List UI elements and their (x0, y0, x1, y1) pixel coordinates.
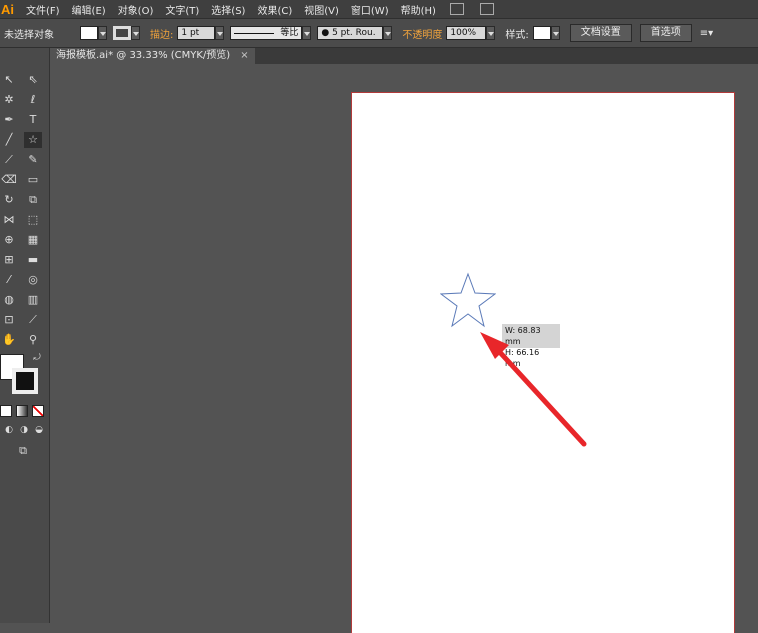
perspective-grid-tool-icon[interactable]: ▦ (24, 232, 42, 248)
menu-select[interactable]: 选择(S) (205, 2, 251, 17)
color-mode-icon[interactable] (0, 405, 12, 417)
magic-wand-tool-icon[interactable]: ✲ (0, 92, 18, 108)
star-tool-icon[interactable]: ☆ (24, 132, 42, 148)
star-outline (440, 272, 496, 328)
stroke-profile-field[interactable]: 等比 (230, 26, 303, 40)
menu-view[interactable]: 视图(V) (298, 2, 345, 17)
selection-tool-icon[interactable]: ↖ (0, 72, 18, 88)
menu-object[interactable]: 对象(O) (112, 2, 160, 17)
document-tab-title: 海报模板.ai* @ 33.33% (CMYK/预览) (56, 50, 231, 61)
opacity-label[interactable]: 不透明度 (398, 26, 446, 41)
gradient-tool-icon[interactable]: ▬ (24, 252, 42, 268)
menu-window[interactable]: 窗口(W) (345, 2, 395, 17)
stroke-color-box[interactable] (12, 368, 38, 394)
artboard-tool-icon[interactable]: ⊡ (0, 312, 18, 328)
menu-bar: Ai 文件(F) 编辑(E) 对象(O) 文字(T) 选择(S) 效果(C) 视… (0, 0, 758, 18)
menu-type[interactable]: 文字(T) (159, 2, 205, 17)
pencil-tool-icon[interactable]: ✎ (24, 152, 42, 168)
blob-brush-tool-icon[interactable]: ⌫ (0, 172, 18, 188)
document-tab[interactable]: 海报模板.ai* @ 33.33% (CMYK/预览) × (50, 48, 255, 64)
gradient-mode-icon[interactable] (16, 405, 28, 417)
style-dropdown[interactable] (550, 26, 560, 40)
eraser-tool-icon[interactable]: ▭ (24, 172, 42, 188)
rotate-tool-icon[interactable]: ↻ (0, 192, 18, 208)
draw-inside-icon[interactable]: ◒ (30, 422, 48, 438)
stroke-label[interactable]: 描边: (146, 26, 177, 41)
control-bar: 未选择对象 描边: 1 pt 等比 ● 5 pt. Rou. 不透明度 100%… (0, 18, 758, 48)
stroke-profile-label: 等比 (280, 28, 299, 38)
panel-menu-icon[interactable]: ≡▾ (696, 28, 717, 39)
type-tool-icon[interactable]: T (24, 112, 42, 128)
symbol-sprayer-tool-icon[interactable]: ◍ (0, 292, 18, 308)
stroke-dropdown[interactable] (131, 26, 140, 40)
document-setup-button[interactable]: 文档设置 (569, 24, 632, 42)
menu-edit[interactable]: 编辑(E) (66, 2, 112, 17)
mesh-tool-icon[interactable]: ⊞ (0, 252, 18, 268)
pen-tool-icon[interactable]: ✒ (0, 112, 18, 128)
star-shape[interactable] (440, 272, 496, 328)
lasso-tool-icon[interactable]: ℓ (24, 92, 42, 108)
stroke-line-icon (234, 32, 275, 34)
width-tool-icon[interactable]: ⋈ (0, 212, 18, 228)
eyedropper-tool-icon[interactable]: ⁄ (0, 272, 18, 288)
fill-swatch[interactable] (80, 26, 98, 40)
style-swatch[interactable] (532, 26, 551, 40)
close-icon[interactable]: × (240, 50, 248, 61)
hand-tool-icon[interactable]: ✋ (0, 332, 18, 348)
brush-dropdown[interactable] (383, 26, 393, 40)
style-label: 样式: (505, 29, 529, 41)
dimension-tooltip: W: 68.83 mm H: 66.16 mm (502, 324, 560, 368)
scale-tool-icon[interactable]: ⧉ (24, 192, 42, 208)
stroke-swatch[interactable] (113, 26, 131, 40)
screen-mode-icon[interactable]: ⧉ (14, 443, 32, 459)
selection-status: 未选择对象 (4, 29, 54, 41)
slice-tool-icon[interactable]: ⟋ (24, 312, 42, 328)
free-transform-tool-icon[interactable]: ⬚ (24, 212, 42, 228)
opacity-field[interactable]: 100% (446, 26, 487, 40)
stroke-weight-dropdown[interactable] (215, 26, 225, 40)
blend-tool-icon[interactable]: ◎ (24, 272, 42, 288)
fill-dropdown[interactable] (98, 26, 107, 40)
tooltip-width: W: 68.83 mm (505, 326, 541, 346)
menu-effect[interactable]: 效果(C) (251, 2, 298, 17)
stroke-profile-dropdown[interactable] (302, 26, 312, 40)
stroke-weight-field[interactable]: 1 pt (177, 26, 216, 40)
brush-field[interactable]: ● 5 pt. Rou. (317, 26, 384, 40)
opacity-dropdown[interactable] (486, 26, 496, 40)
zoom-tool-icon[interactable]: ⚲ (24, 332, 42, 348)
swap-fill-stroke-icon[interactable]: ⤾ (28, 350, 46, 366)
paintbrush-tool-icon[interactable]: ⟋ (0, 152, 18, 168)
column-graph-tool-icon[interactable]: ▥ (24, 292, 42, 308)
preferences-button[interactable]: 首选项 (639, 24, 692, 42)
none-mode-icon[interactable] (32, 405, 44, 417)
document-tab-bar: 海报模板.ai* @ 33.33% (CMYK/预览) × (50, 48, 758, 64)
bridge-icon[interactable] (449, 3, 464, 15)
shape-builder-tool-icon[interactable]: ⊕ (0, 232, 18, 248)
arrange-documents-icon[interactable] (479, 3, 494, 15)
tooltip-height: H: 66.16 mm (505, 348, 540, 368)
menu-file[interactable]: 文件(F) (20, 2, 66, 17)
line-tool-icon[interactable]: ╱ (0, 132, 18, 148)
tools-panel: ↖ ⇖ ✲ ℓ ✒ T ╱ ☆ ⟋ ✎ ⌫ ▭ ↻ ⧉ ⋈ ⬚ ⊕ ▦ ⊞ ▬ … (0, 48, 50, 623)
direct-selection-tool-icon[interactable]: ⇖ (24, 72, 42, 88)
app-logo: Ai (1, 1, 14, 17)
menu-help[interactable]: 帮助(H) (395, 2, 442, 17)
